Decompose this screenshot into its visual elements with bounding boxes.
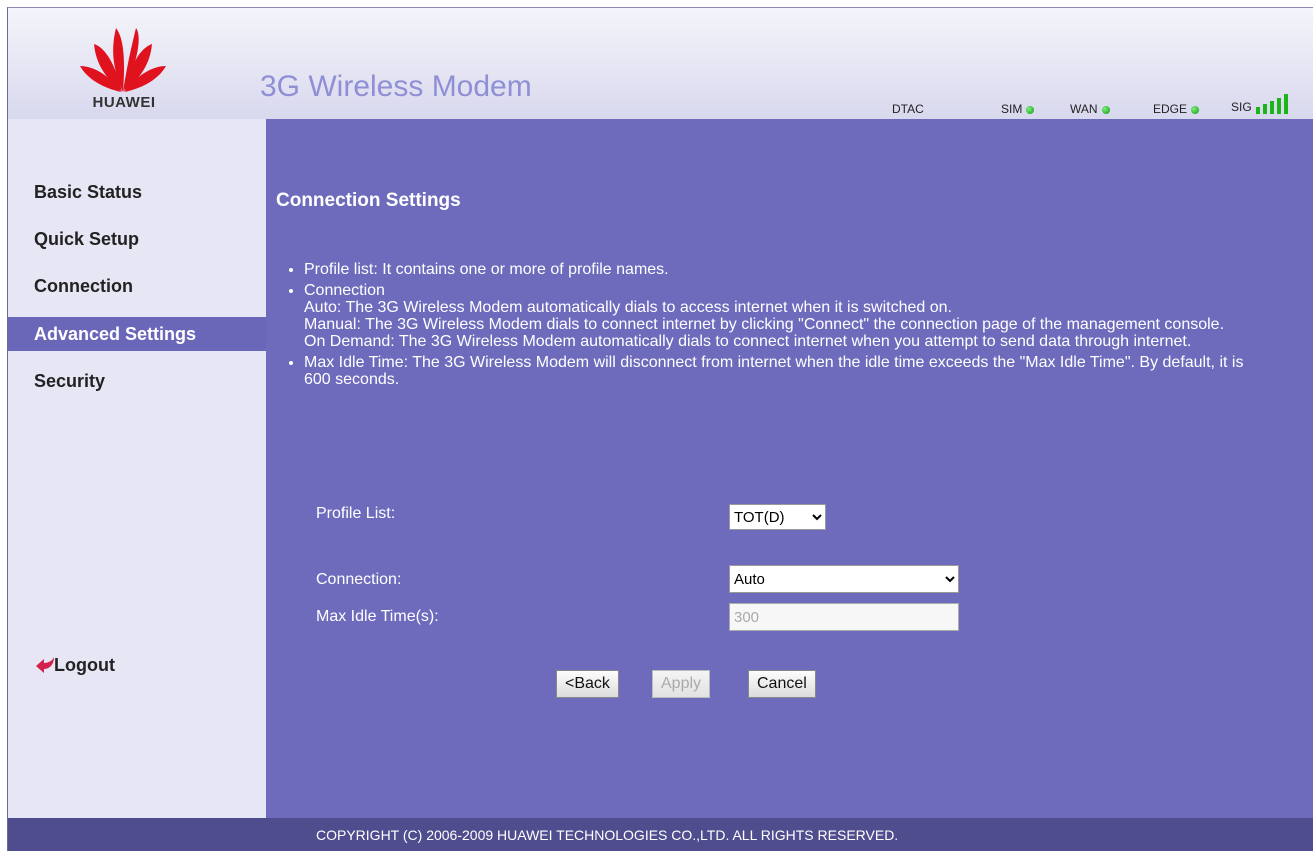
help-connection-heading: Connection [304, 282, 385, 299]
logo-text: HUAWEI [92, 94, 156, 111]
cancel-button[interactable]: Cancel [748, 670, 816, 698]
connection-label: Connection: [316, 571, 402, 588]
sim-label: SIM [1001, 102, 1023, 116]
help-item-profile: Profile list: It contains one or more of… [304, 261, 1259, 278]
app-title: 3G Wireless Modem [260, 70, 532, 103]
edge-label: EDGE [1153, 102, 1188, 116]
sidebar-item-connection[interactable]: Connection [8, 269, 266, 303]
help-connection-auto: Auto: The 3G Wireless Modem automaticall… [304, 299, 952, 316]
profile-list-select[interactable]: TOT(D) [729, 504, 826, 530]
sidebar-item-basic-status[interactable]: Basic Status [8, 175, 266, 209]
signal-status: SIG [1231, 94, 1289, 114]
help-connection-on-demand: On Demand: The 3G Wireless Modem automat… [304, 333, 1192, 350]
wan-status: WAN [1070, 102, 1110, 116]
logout-label: Logout [54, 655, 115, 675]
huawei-petal-icon [80, 28, 166, 92]
logout-link[interactable]: Logout [36, 655, 115, 676]
wan-label: WAN [1070, 102, 1098, 116]
wan-led-icon [1101, 106, 1110, 114]
modem-admin-window: HUAWEI 3G Wireless Modem DTAC SIM WAN ED… [7, 7, 1313, 851]
edge-status: EDGE [1153, 102, 1200, 116]
operator-name: DTAC [892, 102, 924, 116]
sidebar-item-quick-setup[interactable]: Quick Setup [8, 222, 266, 256]
profile-list-label: Profile List: [316, 505, 396, 522]
sim-led-icon [1026, 106, 1035, 114]
connection-mode-select[interactable]: Auto [729, 565, 959, 593]
back-button[interactable]: <Back [556, 670, 619, 698]
copyright-text: COPYRIGHT (C) 2006-2009 HUAWEI TECHNOLOG… [316, 827, 899, 843]
huawei-logo: HUAWEI [68, 22, 178, 112]
main-content: Connection Settings Profile list: It con… [266, 119, 1313, 818]
signal-bars-icon [1256, 94, 1289, 114]
help-connection-manual: Manual: The 3G Wireless Modem dials to c… [304, 316, 1225, 333]
max-idle-time-label: Max Idle Time(s): [316, 608, 439, 625]
logout-arrow-icon [36, 657, 54, 673]
help-item-connection: Connection Auto: The 3G Wireless Modem a… [304, 282, 1259, 350]
help-list: Profile list: It contains one or more of… [284, 261, 1259, 392]
sidebar-item-security[interactable]: Security [8, 364, 266, 398]
sidebar: Basic Status Quick Setup Connection Adva… [8, 119, 266, 818]
signal-label: SIG [1231, 100, 1252, 114]
sidebar-item-advanced-settings[interactable]: Advanced Settings [8, 317, 266, 351]
page-title: Connection Settings [276, 190, 461, 211]
sim-status: SIM [1001, 102, 1035, 116]
help-item-max-idle: Max Idle Time: The 3G Wireless Modem wil… [304, 354, 1259, 388]
edge-led-icon [1191, 106, 1200, 114]
max-idle-time-input[interactable] [729, 603, 959, 631]
header: HUAWEI 3G Wireless Modem DTAC SIM WAN ED… [8, 8, 1313, 120]
footer: COPYRIGHT (C) 2006-2009 HUAWEI TECHNOLOG… [8, 818, 1313, 851]
apply-button[interactable]: Apply [652, 670, 711, 698]
